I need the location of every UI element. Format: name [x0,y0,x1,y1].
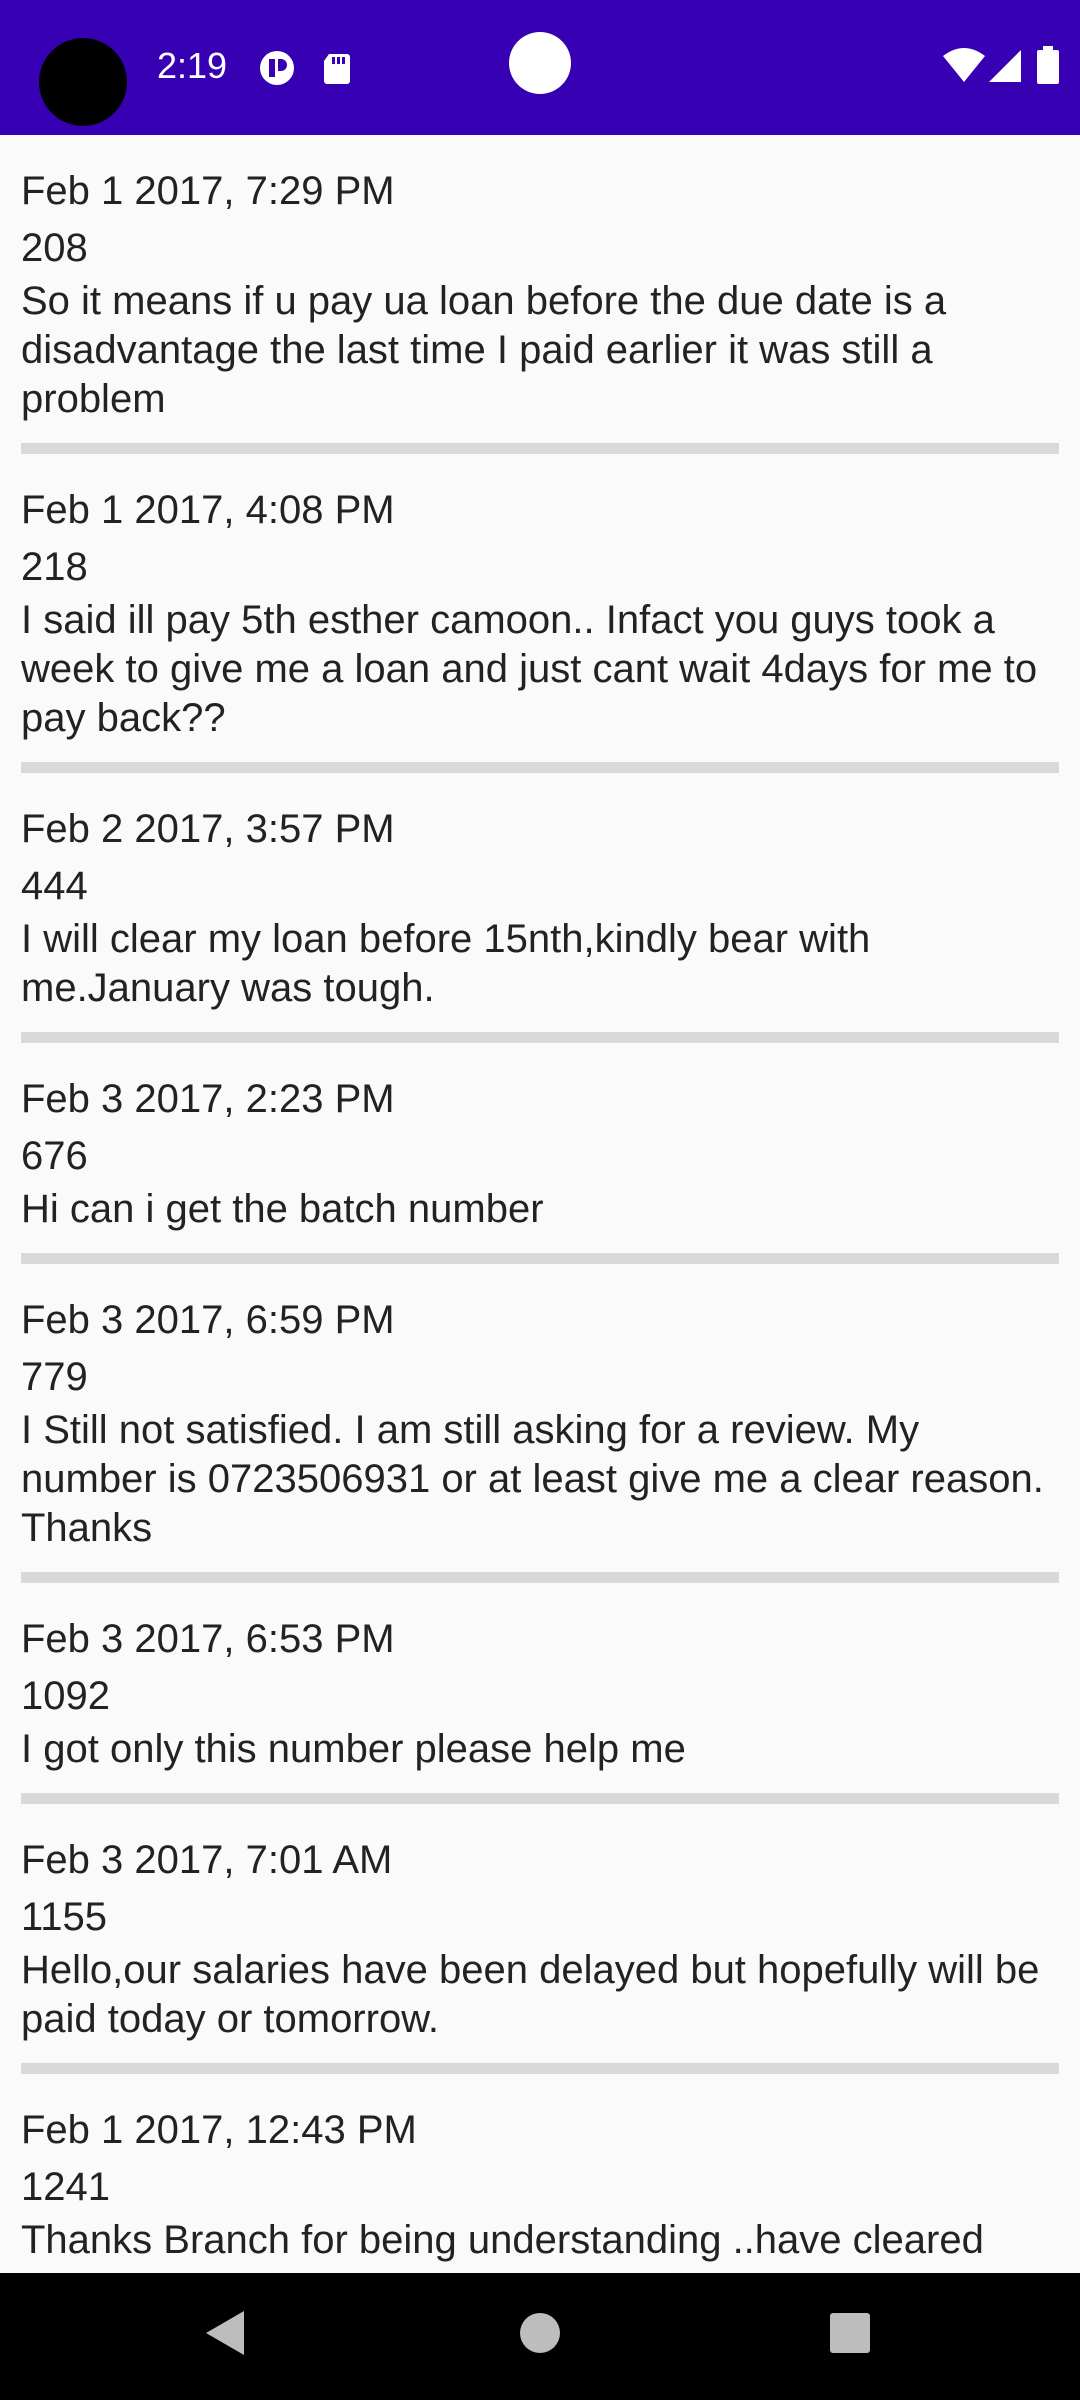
app-notification-icon [257,48,297,88]
status-bar: 2:19 [0,0,1080,135]
message-text: Hi can i get the batch number [21,1187,544,1231]
list-item[interactable]: Feb 2 2017, 3:57 PM 444 I will clear my … [0,773,1080,1013]
message-list[interactable]: Feb 1 2017, 7:29 PM 208 So it means if u… [0,135,1080,2273]
message-text: So it means if u pay ua loan before the … [21,279,947,421]
message-text: Hello,our salaries have been delayed but… [21,1948,1040,2041]
message-date: Feb 3 2017, 7:01 AM [21,1838,393,1882]
list-item[interactable]: Feb 3 2017, 6:59 PM 779 I Still not sati… [0,1264,1080,1553]
message-id: 1092 [21,1674,110,1718]
battery-icon [1035,46,1061,86]
message-date: Feb 1 2017, 7:29 PM [21,169,395,213]
message-date: Feb 1 2017, 12:43 PM [21,2108,417,2152]
message-date: Feb 3 2017, 6:53 PM [21,1617,395,1661]
message-text: I Still not satisfied. I am still asking… [21,1408,1044,1550]
list-item[interactable]: Feb 3 2017, 2:23 PM 676 Hi can i get the… [0,1043,1080,1234]
home-icon[interactable] [510,2303,570,2363]
message-date: Feb 3 2017, 6:59 PM [21,1298,395,1342]
divider [21,1253,1059,1264]
message-date: Feb 2 2017, 3:57 PM [21,807,395,851]
message-date: Feb 1 2017, 4:08 PM [21,488,395,532]
status-time: 2:19 [157,45,228,86]
message-id: 444 [21,864,88,908]
divider [21,1793,1059,1804]
front-camera-dot [509,32,571,94]
list-item[interactable]: Feb 3 2017, 7:01 AM 1155 Hello,our salar… [0,1804,1080,2044]
navigation-bar [0,2273,1080,2400]
recents-icon[interactable] [820,2303,880,2363]
message-date: Feb 3 2017, 2:23 PM [21,1077,395,1121]
message-id: 1155 [21,1895,108,1939]
divider [21,762,1059,773]
list-item[interactable]: Feb 1 2017, 7:29 PM 208 So it means if u… [0,135,1080,424]
message-text: I will clear my loan before 15nth,kindly… [21,917,871,1010]
camera-cutout [39,38,127,126]
sd-card-icon [317,48,357,88]
divider [21,443,1059,454]
message-id: 218 [21,545,88,589]
list-item[interactable]: Feb 3 2017, 6:53 PM 1092 I got only this… [0,1583,1080,1774]
message-id: 208 [21,226,88,270]
message-id: 1241 [21,2165,110,2209]
message-text: I said ill pay 5th esther camoon.. Infac… [21,598,1038,740]
back-icon[interactable] [196,2303,256,2363]
divider [21,2063,1059,2074]
screen: 2:19 Feb 1 2017, 7:29 PM 208 So it means… [0,0,1080,2400]
message-text: Thanks Branch for being understanding ..… [21,2218,984,2262]
message-text: I got only this number please help me [21,1727,686,1771]
wifi-icon [941,46,987,86]
cell-signal-icon [985,46,1025,86]
message-id: 779 [21,1355,88,1399]
message-id: 676 [21,1134,88,1178]
divider [21,1572,1059,1583]
divider [21,1032,1059,1043]
list-item[interactable]: Feb 1 2017, 4:08 PM 218 I said ill pay 5… [0,454,1080,743]
list-item[interactable]: Feb 1 2017, 12:43 PM 1241 Thanks Branch … [0,2074,1080,2265]
